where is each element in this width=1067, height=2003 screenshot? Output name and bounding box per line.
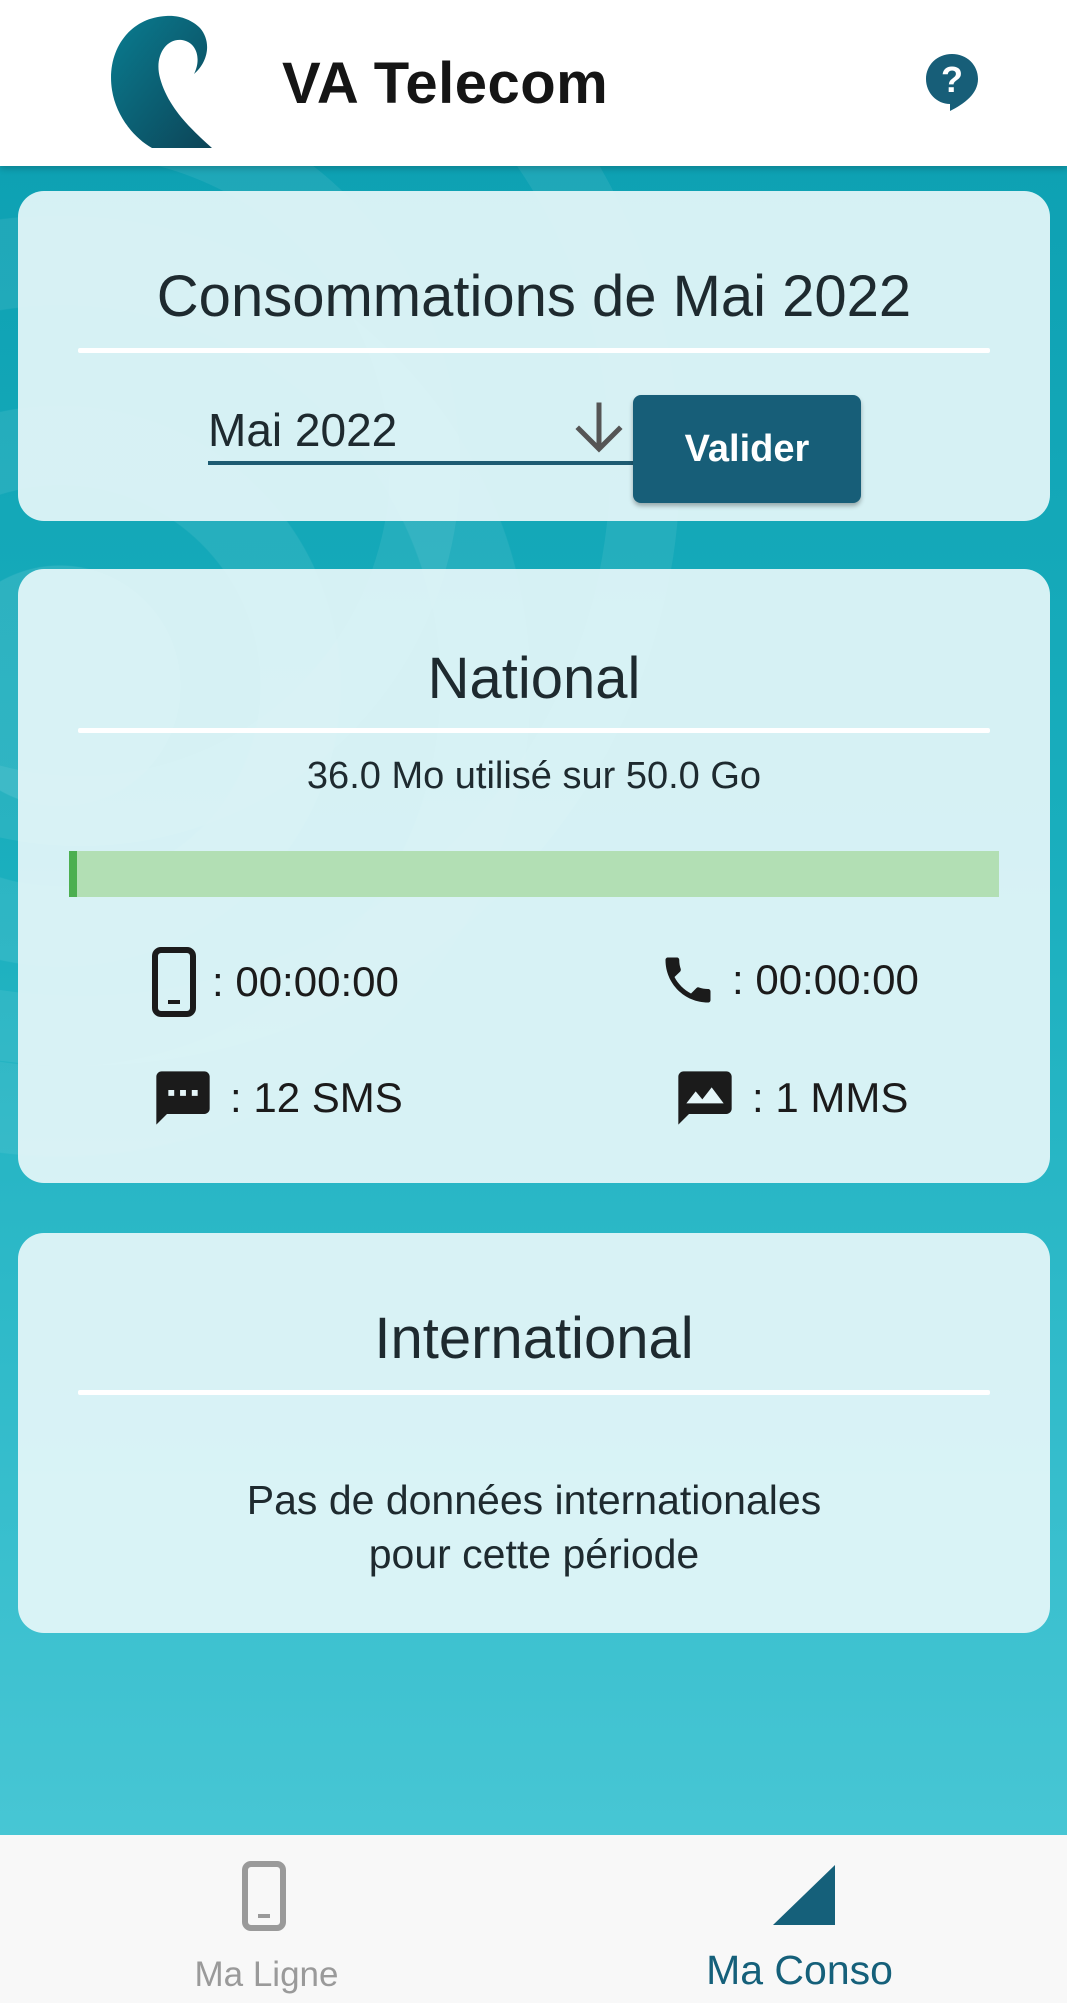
va-telecom-logo-icon — [111, 15, 212, 148]
help-icon[interactable]: ? — [924, 52, 980, 112]
sms-icon — [156, 1071, 210, 1125]
landline-calls-value: : 00:00:00 — [732, 956, 919, 1003]
mms-icon — [678, 1071, 732, 1125]
validate-button[interactable]: Valider — [633, 395, 861, 503]
arrow-down-icon — [575, 402, 623, 453]
nav-ma-conso[interactable]: Ma Conso — [533, 1835, 1066, 2003]
nav-ma-ligne[interactable]: Ma Ligne — [0, 1835, 533, 2003]
mms-value: : 1 MMS — [752, 1074, 909, 1121]
sms-value: : 12 SMS — [230, 1074, 403, 1121]
month-dropdown-value: Mai 2022 — [208, 404, 398, 456]
international-card: International Pas de données internation… — [18, 1233, 1050, 1633]
national-title: National — [427, 646, 641, 711]
phone-icon — [665, 957, 711, 1003]
mobile-calls-value: : 00:00:00 — [212, 958, 399, 1005]
month-dropdown[interactable]: Mai 2022 — [208, 391, 633, 465]
data-usage-progress-fill — [69, 851, 77, 897]
smartphone-icon — [152, 947, 196, 1017]
nav-ma-ligne-label: Ma Ligne — [194, 1955, 339, 1994]
period-title: Consommations de Mai 2022 — [156, 264, 912, 329]
divider — [78, 728, 990, 733]
mms-stat: : 1 MMS — [672, 1066, 908, 1130]
international-empty-message: Pas de données internationales pour cett… — [246, 1477, 822, 1577]
landline-calls-stat: : 00:00:00 — [658, 949, 919, 1011]
signal-icon — [773, 1865, 835, 1925]
app-title: VA Telecom — [282, 51, 609, 116]
bottom-navigation: Ma Ligne Ma Conso — [0, 1835, 1067, 2003]
divider — [78, 348, 990, 353]
national-card: National 36.0 Mo utilisé sur 50.0 Go : 0… — [18, 569, 1050, 1183]
smartphone-icon — [242, 1861, 286, 1931]
data-usage-progress-bar — [69, 851, 999, 897]
svg-text:?: ? — [941, 59, 963, 100]
divider — [78, 1390, 990, 1395]
period-card: Consommations de Mai 2022 Mai 2022 Valid… — [18, 191, 1050, 521]
data-usage-text: 36.0 Mo utilisé sur 50.0 Go — [306, 755, 762, 797]
app-header: VA Telecom ? — [0, 0, 1067, 166]
international-title: International — [374, 1306, 694, 1371]
nav-ma-conso-label: Ma Conso — [706, 1947, 893, 1993]
mobile-calls-stat: : 00:00:00 — [150, 947, 399, 1017]
sms-stat: : 12 SMS — [150, 1066, 403, 1130]
